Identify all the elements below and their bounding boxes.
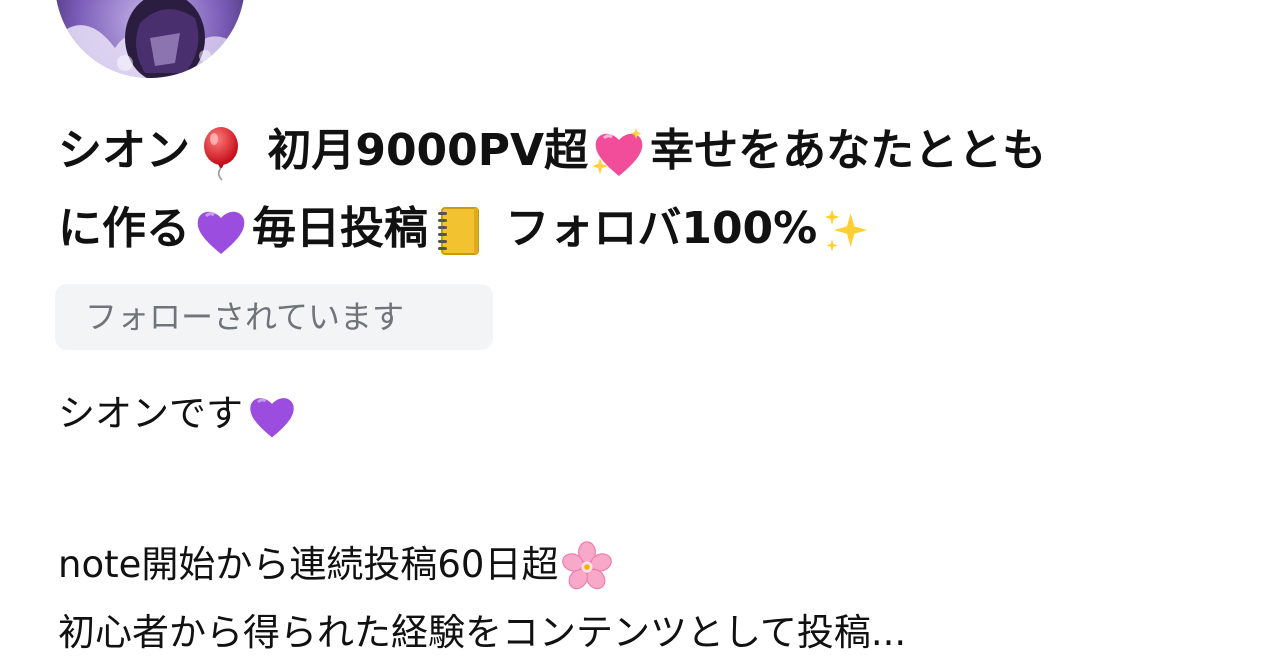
sparkling-heart-emoji-icon: [590, 124, 648, 182]
name-part-5: 毎日投稿: [252, 203, 428, 254]
purple-heart-emoji-icon: [245, 389, 299, 443]
name-part-4: に作る: [58, 203, 190, 254]
cherry-blossom-emoji-icon: [560, 540, 614, 594]
profile-bio: シオンです note開始から連続投稿60日超 初心者から得られた経験をコンテンツ…: [58, 380, 1238, 667]
sparkles-emoji-icon: [819, 204, 873, 258]
bio-line-2: note開始から連続投稿60日超: [58, 531, 1238, 599]
purple-heart-emoji-icon: [192, 202, 250, 260]
followed-status-badge: フォローされています: [55, 284, 493, 350]
bio-line-2-text: note開始から連続投稿60日超: [58, 543, 559, 586]
profile-page: シオン 初月9000PV超 幸せをあなたととも に作る 毎日投稿 フォロバ100…: [0, 0, 1280, 671]
balloon-emoji-icon: [192, 124, 250, 182]
profile-name: シオン 初月9000PV超 幸せをあなたととも に作る 毎日投稿 フォロバ100…: [58, 112, 1238, 268]
bio-gap: [58, 448, 1238, 531]
bio-line-1-text: シオンです: [58, 392, 243, 435]
name-part-1: シオン: [58, 125, 190, 176]
bio-line-3: 初心者から得られた経験をコンテンツとして投稿...: [58, 611, 907, 654]
name-part-2: 初月9000PV超: [267, 125, 589, 176]
name-part-3: 幸せをあなたととも: [650, 125, 1047, 176]
avatar[interactable]: [55, 0, 245, 78]
notebook-emoji-icon: [430, 202, 488, 260]
avatar-image: [55, 0, 245, 78]
name-part-6: フォロバ100%: [505, 203, 818, 254]
bio-line-1: シオンです: [58, 380, 1238, 448]
